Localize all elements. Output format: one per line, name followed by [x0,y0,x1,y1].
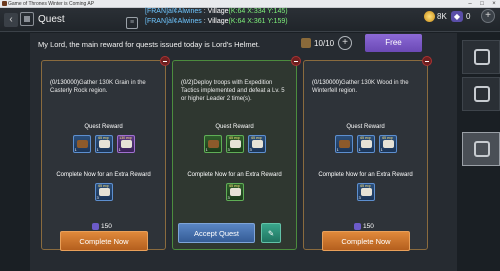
chest-icon [76,140,88,148]
reward-item[interactable]: 1 [334,135,353,153]
exp-scroll-icon [382,140,394,148]
quest-description: (0/2)Deploy troops with Expedition Tacti… [181,80,285,102]
extra-reward-items: 65 exp 3 [304,183,427,201]
tab-alliance[interactable] [462,77,500,111]
extra-reward-title: Complete Now for an Extra Reward [187,172,282,178]
top-bar: ‹ Quest ≡ [FRAN]àî¢Alwines : Village(K:6… [0,8,500,32]
reward-items: 1 65 exp 1 65 exp 1 [304,135,427,153]
add-currency-button[interactable]: + [481,9,495,23]
page-title: Quest [38,14,65,25]
reward-item[interactable]: 65 exp 3 [247,135,266,153]
window-title: Game of Thrones Winter is Coming AP [8,1,95,7]
quest-scroll-icon [301,38,311,48]
close-window-icon[interactable]: × [488,0,500,8]
banner-icon [474,141,490,157]
quest-card: (0/2)Deploy troops with Expedition Tacti… [172,56,301,250]
quest-map-icon [474,49,490,65]
exp-scroll-icon [360,188,372,196]
quest-description: (0/130000)Gather 130K Wood in the Winter… [312,80,409,94]
reward-item[interactable]: 1 [203,135,222,153]
complete-now-button[interactable]: Complete Now [60,231,148,251]
daily-reward-message: My Lord, the main reward for quests issu… [38,40,260,49]
shield-sword-icon [474,86,490,102]
app-icon [2,1,7,6]
gem-amount: 0 [466,12,471,21]
quest-reward-title: Quest Reward [346,124,385,130]
quest-reward-title: Quest Reward [215,124,254,130]
abandon-quest-icon[interactable] [160,56,170,66]
reward-item[interactable]: 65 exp 3 [94,183,113,201]
chat-message[interactable]: [FRAN]àî¢Alwines : Village(K:64 X:361 Y:… [145,18,288,25]
add-quest-button[interactable]: + [338,36,352,50]
gem-icon: ◆ [451,11,463,22]
exp-scroll-icon [98,188,110,196]
reward-items: 1 65 exp 3 65 exp 3 [173,135,296,153]
exp-scroll-icon [229,188,241,196]
reward-item[interactable]: 65 exp 1 [94,135,113,153]
complete-cost: 150 [101,223,112,230]
reward-item[interactable]: 130 exp 1 [116,135,135,153]
abandon-quest-icon[interactable] [422,56,432,66]
gem-icon [92,223,99,230]
reward-item[interactable]: 65 exp 3 [225,135,244,153]
exp-scroll-icon [360,140,372,148]
chat-message[interactable]: [FRAN]àî¢Alwines : Village(K:64 X:334 Y:… [145,8,288,15]
abandon-quest-icon[interactable] [291,56,301,66]
share-quest-button[interactable]: ✎ [261,223,281,243]
gold-amount: 8K [437,12,447,21]
extra-reward-title: Complete Now for an Extra Reward [318,172,413,178]
reward-items: 1 65 exp 1 130 exp 1 [42,135,165,153]
reward-item[interactable]: 65 exp 1 [378,135,397,153]
chest-icon [338,140,350,148]
reward-item[interactable]: 65 exp 1 [356,135,375,153]
extra-reward-title: Complete Now for an Extra Reward [56,172,151,178]
gem-icon [354,223,361,230]
back-button[interactable]: ‹ [4,13,18,27]
chest-icon [207,140,219,148]
extra-reward-items: 65 exp 3 [173,183,296,201]
reward-item[interactable]: 1 [72,135,91,153]
quest-card: (0/130000)Gather 130K Grain in the Caste… [41,56,170,251]
tab-daily-quests[interactable] [462,132,500,166]
complete-cost: 150 [363,223,374,230]
complete-now-button[interactable]: Complete Now [322,231,410,251]
gold-icon [424,11,435,22]
window-titlebar: Game of Thrones Winter is Coming AP – □ … [0,0,500,8]
quest-icon [20,12,34,26]
quest-description: (0/130000)Gather 130K Grain in the Caste… [50,80,146,94]
tab-quest-map[interactable] [462,40,500,74]
exp-scroll-icon [229,140,241,148]
maximize-icon[interactable]: □ [476,0,488,8]
exp-scroll-icon [251,140,263,148]
minimize-icon[interactable]: – [464,0,476,8]
free-refresh-button[interactable]: Free [365,34,422,52]
reward-item[interactable]: 65 exp 3 [356,183,375,201]
extra-reward-items: 65 exp 3 [42,183,165,201]
reward-item[interactable]: 65 exp 3 [225,183,244,201]
quest-reward-title: Quest Reward [84,124,123,130]
quest-card: (0/130000)Gather 130K Wood in the Winter… [303,56,432,251]
exp-scroll-icon [120,140,132,148]
chat-icon[interactable]: ≡ [126,17,138,29]
exp-scroll-icon [98,140,110,148]
accept-quest-button[interactable]: Accept Quest [178,223,255,243]
quest-count: 10/10 [314,39,335,48]
